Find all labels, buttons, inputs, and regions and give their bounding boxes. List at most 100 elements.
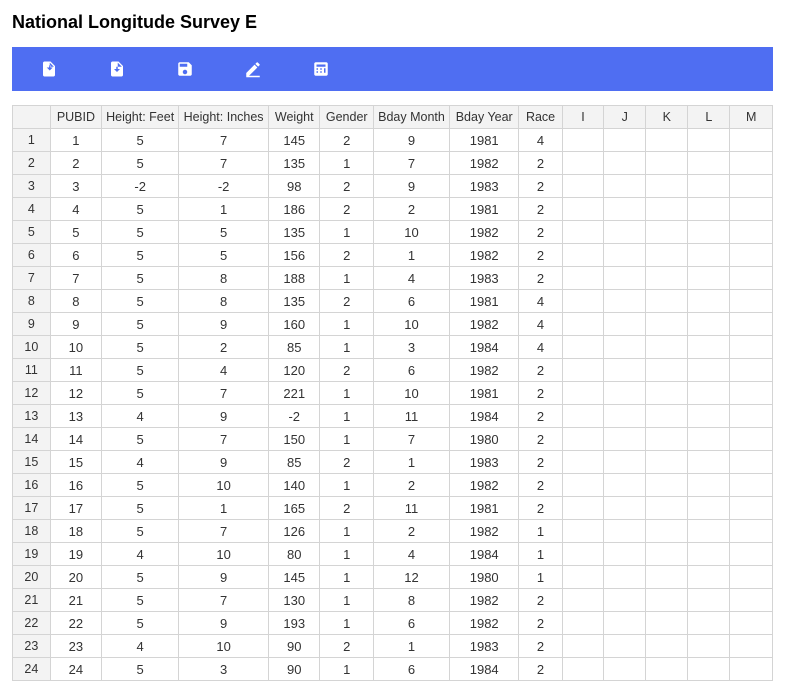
cell[interactable]: 1 <box>320 474 374 497</box>
cell[interactable]: 1 <box>320 152 374 175</box>
column-header[interactable]: K <box>646 106 688 129</box>
cell[interactable] <box>688 152 730 175</box>
cell[interactable]: 1983 <box>449 635 518 658</box>
column-header[interactable]: L <box>688 106 730 129</box>
cell[interactable] <box>730 382 773 405</box>
row-header[interactable]: 6 <box>13 244 51 267</box>
cell[interactable] <box>646 451 688 474</box>
cell[interactable] <box>562 359 604 382</box>
cell[interactable]: 9 <box>179 451 269 474</box>
cell[interactable]: 2 <box>519 198 562 221</box>
save-icon[interactable] <box>176 60 194 78</box>
cell[interactable]: 1 <box>374 244 450 267</box>
cell[interactable] <box>562 658 604 681</box>
cell[interactable]: 1984 <box>449 658 518 681</box>
cell[interactable]: 2 <box>320 290 374 313</box>
cell[interactable]: 1984 <box>449 543 518 566</box>
cell[interactable] <box>604 543 646 566</box>
corner-cell[interactable] <box>13 106 51 129</box>
cell[interactable]: 2 <box>50 152 101 175</box>
column-header[interactable]: Weight <box>269 106 320 129</box>
cell[interactable]: 135 <box>269 221 320 244</box>
cell[interactable]: 1 <box>374 451 450 474</box>
cell[interactable]: 10 <box>179 474 269 497</box>
cell[interactable] <box>604 520 646 543</box>
row-header[interactable]: 5 <box>13 221 51 244</box>
cell[interactable]: 11 <box>50 359 101 382</box>
cell[interactable]: 1982 <box>449 152 518 175</box>
cell[interactable] <box>604 382 646 405</box>
cell[interactable] <box>730 543 773 566</box>
cell[interactable] <box>562 336 604 359</box>
cell[interactable]: 9 <box>179 405 269 428</box>
cell[interactable]: 2 <box>519 175 562 198</box>
cell[interactable] <box>562 428 604 451</box>
row-header[interactable]: 13 <box>13 405 51 428</box>
cell[interactable] <box>562 497 604 520</box>
cell[interactable]: 1 <box>320 221 374 244</box>
cell[interactable]: 1981 <box>449 382 518 405</box>
cell[interactable]: 10 <box>374 313 450 336</box>
cell[interactable]: 9 <box>374 129 450 152</box>
cell[interactable] <box>646 612 688 635</box>
cell[interactable]: 85 <box>269 336 320 359</box>
cell[interactable]: 2 <box>374 520 450 543</box>
cell[interactable]: 18 <box>50 520 101 543</box>
cell[interactable] <box>688 543 730 566</box>
cell[interactable] <box>604 612 646 635</box>
cell[interactable] <box>562 543 604 566</box>
cell[interactable] <box>646 152 688 175</box>
cell[interactable] <box>604 244 646 267</box>
cell[interactable] <box>646 474 688 497</box>
cell[interactable] <box>562 198 604 221</box>
cell[interactable]: 221 <box>269 382 320 405</box>
cell[interactable]: 2 <box>320 198 374 221</box>
cell[interactable]: 1981 <box>449 290 518 313</box>
cell[interactable]: 1981 <box>449 129 518 152</box>
cell[interactable] <box>562 152 604 175</box>
cell[interactable]: 9 <box>179 566 269 589</box>
cell[interactable] <box>646 221 688 244</box>
row-header[interactable]: 1 <box>13 129 51 152</box>
cell[interactable] <box>646 129 688 152</box>
cell[interactable]: 3 <box>50 175 101 198</box>
cell[interactable] <box>646 267 688 290</box>
cell[interactable] <box>730 244 773 267</box>
cell[interactable] <box>604 405 646 428</box>
cell[interactable]: 2 <box>519 497 562 520</box>
cell[interactable]: 1 <box>374 635 450 658</box>
cell[interactable]: 90 <box>269 635 320 658</box>
cell[interactable]: 1 <box>519 543 562 566</box>
row-header[interactable]: 10 <box>13 336 51 359</box>
cell[interactable]: 7 <box>179 152 269 175</box>
cell[interactable] <box>562 175 604 198</box>
cell[interactable] <box>646 198 688 221</box>
cell[interactable]: 2 <box>519 221 562 244</box>
cell[interactable] <box>688 244 730 267</box>
cell[interactable]: 9 <box>179 612 269 635</box>
cell[interactable]: 1 <box>320 520 374 543</box>
cell[interactable]: 5 <box>179 244 269 267</box>
cell[interactable] <box>562 474 604 497</box>
cell[interactable] <box>730 658 773 681</box>
download-icon[interactable] <box>108 60 126 78</box>
cell[interactable] <box>730 221 773 244</box>
cell[interactable]: 8 <box>179 290 269 313</box>
cell[interactable]: 193 <box>269 612 320 635</box>
cell[interactable]: 150 <box>269 428 320 451</box>
cell[interactable]: 1982 <box>449 474 518 497</box>
cell[interactable] <box>604 359 646 382</box>
cell[interactable] <box>604 313 646 336</box>
cell[interactable] <box>562 267 604 290</box>
cell[interactable]: 5 <box>102 221 179 244</box>
cell[interactable] <box>562 405 604 428</box>
row-header[interactable]: 18 <box>13 520 51 543</box>
cell[interactable]: 5 <box>102 566 179 589</box>
cell[interactable]: 6 <box>374 612 450 635</box>
cell[interactable] <box>730 405 773 428</box>
cell[interactable]: 4 <box>519 336 562 359</box>
cell[interactable]: 186 <box>269 198 320 221</box>
cell[interactable]: 6 <box>50 244 101 267</box>
cell[interactable] <box>688 497 730 520</box>
cell[interactable]: 16 <box>50 474 101 497</box>
